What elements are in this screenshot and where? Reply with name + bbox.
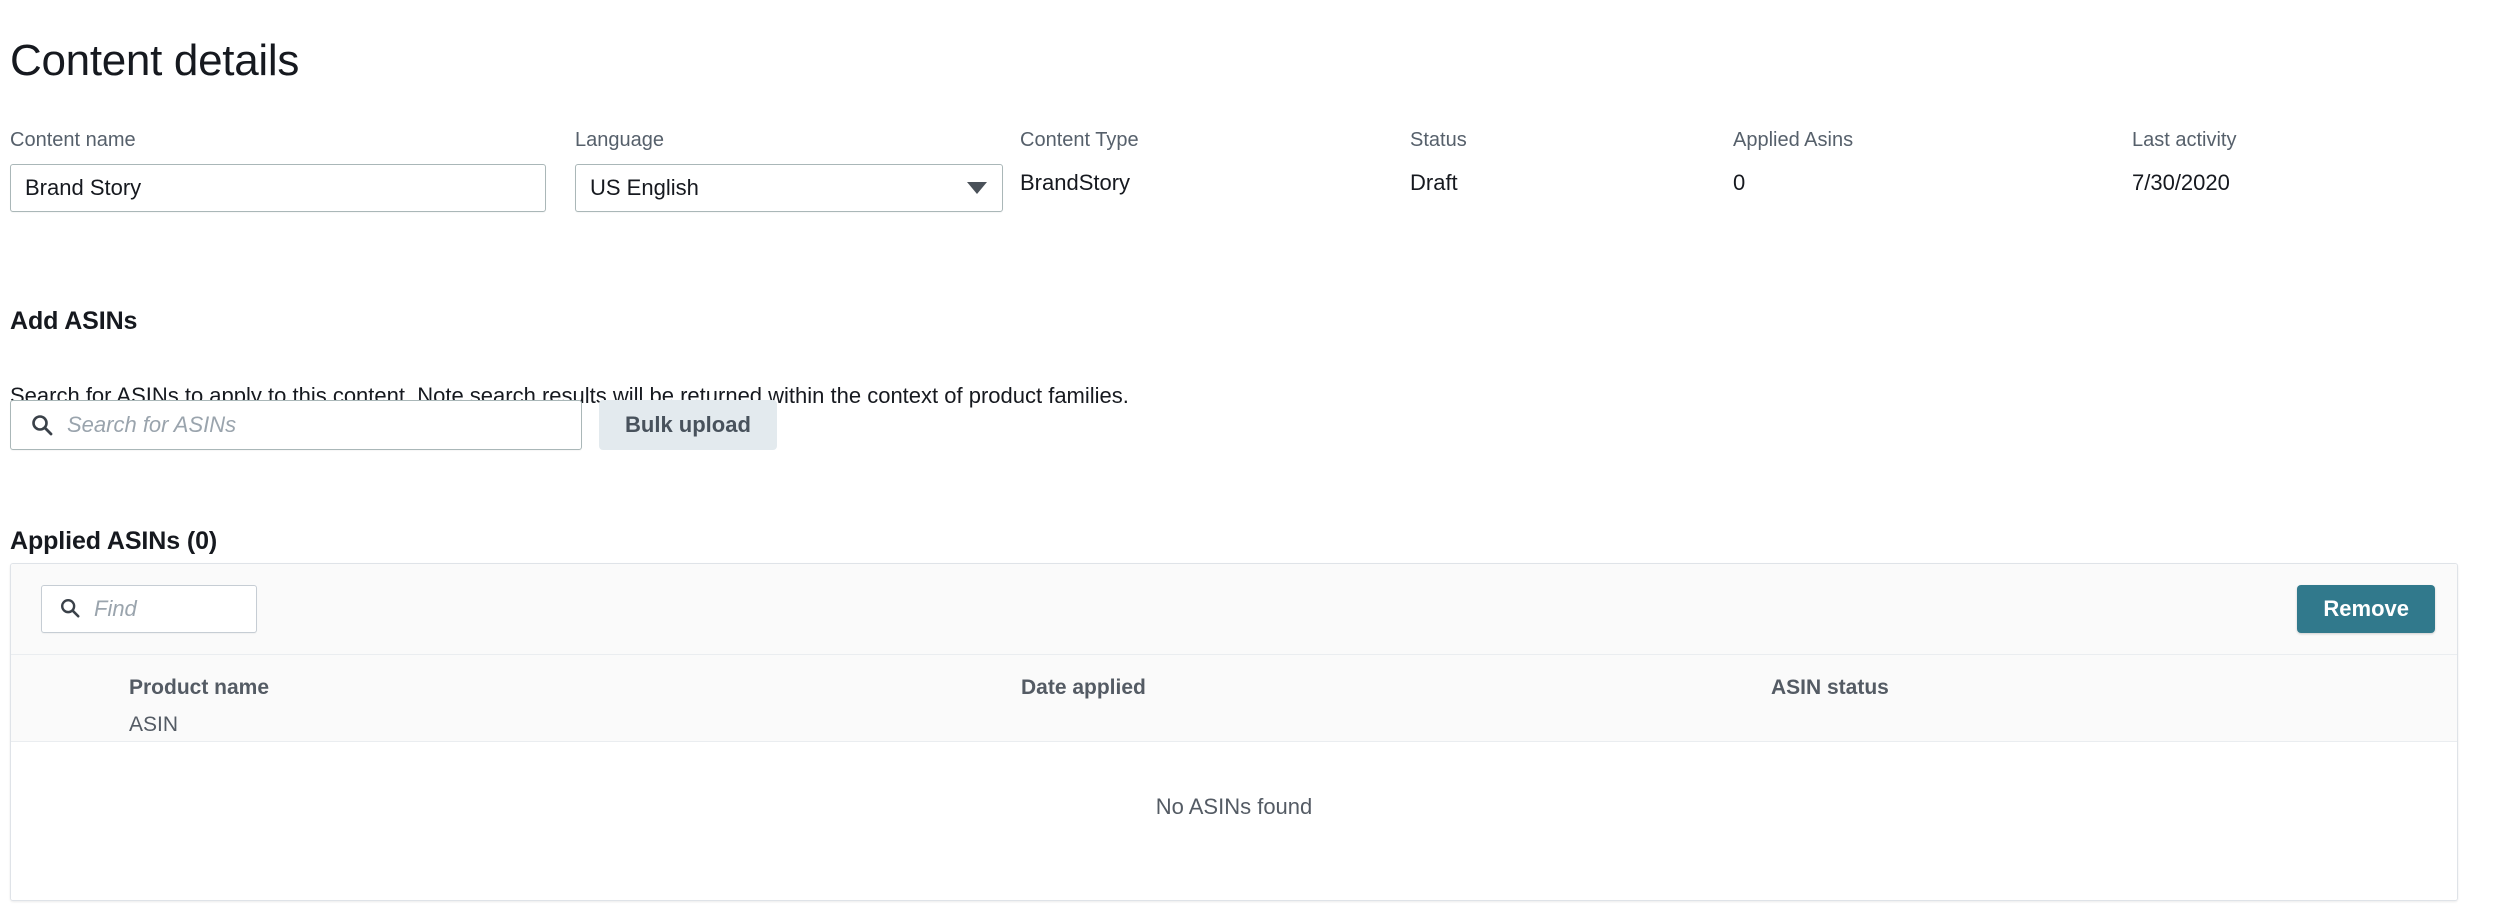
bulk-upload-button[interactable]: Bulk upload: [599, 400, 777, 450]
column-header-asin-status-label: ASIN status: [1771, 676, 1889, 699]
summary-field-content-type: Content Type BrandStory: [1020, 130, 1139, 194]
applied-asins-table-header: Product name ASIN Date applied ASIN stat…: [11, 655, 2457, 742]
language-select-box[interactable]: US English: [575, 164, 1003, 212]
language-select[interactable]: US English: [575, 164, 1003, 212]
column-header-date-applied-label: Date applied: [1021, 676, 1146, 699]
chevron-down-icon: [967, 182, 987, 194]
content-type-value: BrandStory: [1020, 170, 1131, 195]
empty-state-message: No ASINs found: [1155, 794, 1313, 819]
last-activity-value: 7/30/2020: [2132, 170, 2230, 195]
content-details-page: Content details Content name Language US…: [0, 0, 2500, 911]
remove-button[interactable]: Remove: [2297, 585, 2435, 633]
language-selected-value: US English: [590, 175, 699, 200]
asin-search-field[interactable]: [10, 400, 582, 450]
applied-asins-heading: Applied ASINs (0): [10, 526, 218, 555]
column-header-product-name: Product name ASIN: [129, 677, 269, 735]
column-header-asin-status: ASIN status: [1771, 677, 1889, 698]
applied-asins-toolbar: Remove: [11, 564, 2457, 655]
summary-field-content-name: Content name: [10, 130, 546, 212]
applied-asins-value: 0: [1733, 170, 1746, 195]
column-header-product-name-sublabel: ASIN: [129, 713, 179, 736]
language-label: Language: [575, 129, 664, 151]
content-summary: Content name Language US English Content…: [10, 130, 2490, 212]
add-asins-search-row: Bulk upload: [10, 400, 777, 450]
find-input[interactable]: [41, 585, 257, 633]
summary-field-status: Status Draft: [1410, 130, 1467, 194]
find-field[interactable]: [41, 585, 257, 633]
status-value: Draft: [1410, 170, 1458, 195]
summary-field-applied-asins: Applied Asins 0: [1733, 130, 1853, 194]
status-label: Status: [1410, 129, 1467, 151]
add-asins-heading: Add ASINs: [10, 306, 138, 335]
applied-asins-table-body: No ASINs found: [11, 742, 2457, 900]
column-header-date-applied: Date applied: [1021, 677, 1146, 698]
last-activity-label: Last activity: [2132, 129, 2237, 151]
summary-field-last-activity: Last activity 7/30/2020: [2132, 130, 2236, 194]
applied-asins-card: Remove Product name ASIN Date applied AS…: [10, 563, 2458, 901]
content-name-input[interactable]: [10, 164, 546, 212]
content-type-label: Content Type: [1020, 129, 1139, 151]
page-title: Content details: [10, 36, 300, 86]
column-header-product-name-label: Product name: [129, 676, 270, 699]
summary-field-language: Language US English: [575, 130, 1003, 212]
applied-asins-label: Applied Asins: [1733, 129, 1854, 151]
asin-search-input[interactable]: [10, 400, 582, 450]
content-name-label: Content name: [10, 129, 136, 151]
